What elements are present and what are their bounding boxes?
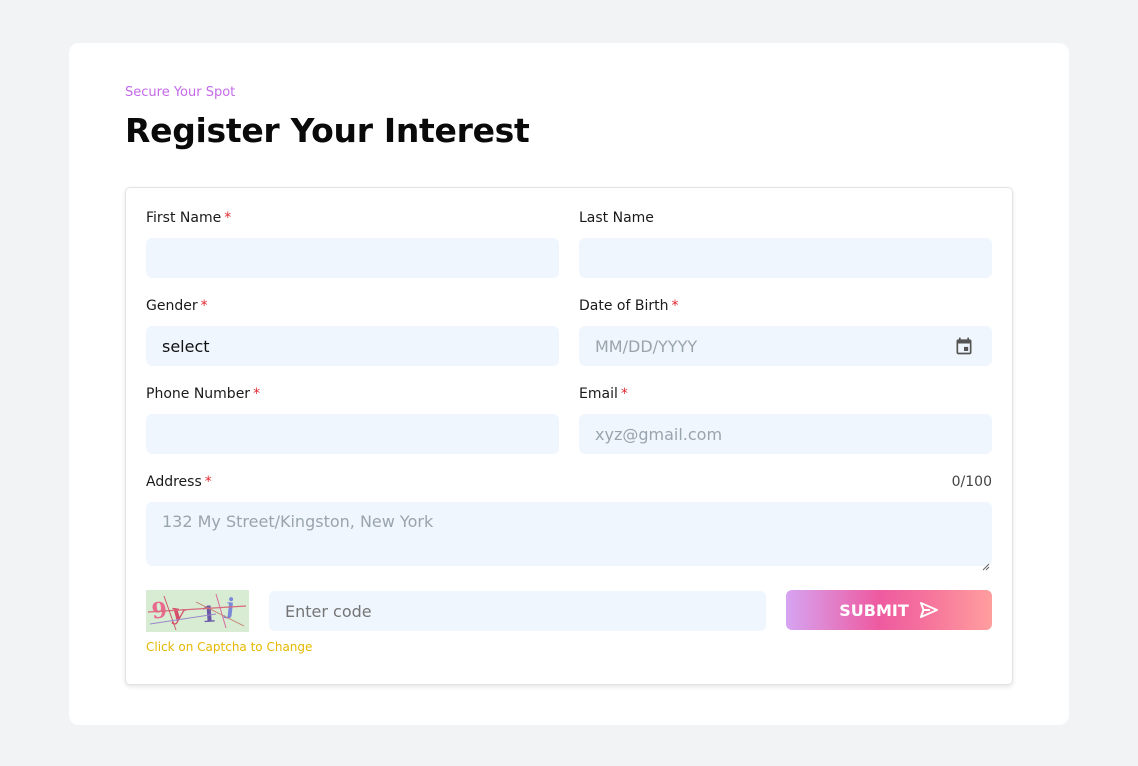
phone-input[interactable] [162,414,543,454]
required-marker: * [620,386,628,402]
gender-label: Gender * [146,298,208,314]
required-marker: * [224,210,232,226]
address-group: Address * 0/100 132 My Street/Kingston, N… [146,472,992,571]
page-title: Register Your Interest [125,111,530,150]
last-name-label: Last Name [579,210,654,226]
first-name-input[interactable] [162,238,543,278]
submit-button[interactable]: SUBMIT [786,590,992,630]
email-label: Email * [579,386,628,402]
first-name-field[interactable] [146,238,559,278]
gender-select[interactable]: select [146,326,559,366]
captcha-hint: Click on Captcha to Change [146,640,313,654]
first-name-label: First Name * [146,210,232,226]
address-char-counter: 0/100 [951,474,992,490]
last-name-field[interactable] [579,238,992,278]
resize-handle-icon[interactable] [982,556,990,571]
required-marker: * [671,298,679,314]
registration-form: First Name * Last Name Gender * select Dat… [125,187,1013,685]
email-input[interactable] [595,414,976,454]
send-icon [919,601,939,619]
phone-group: Phone Number * [146,384,559,454]
address-label: Address * [146,474,212,490]
required-marker: * [204,474,212,490]
last-name-input[interactable] [595,238,976,278]
address-placeholder: 132 My Street/Kingston, New York [162,512,434,531]
first-name-group: First Name * [146,208,559,278]
captcha-code-input[interactable] [285,591,750,631]
submit-label: SUBMIT [839,600,909,620]
dob-input[interactable] [595,326,976,366]
phone-label: Phone Number * [146,386,261,402]
dob-group: Date of Birth * [579,296,992,366]
captcha-image[interactable]: 9 y 1 j [146,590,249,632]
email-field[interactable] [579,414,992,454]
svg-text:y: y [169,599,187,627]
phone-field[interactable] [146,414,559,454]
last-name-group: Last Name [579,208,992,278]
captcha-code-field[interactable] [269,591,766,631]
eyebrow-text: Secure Your Spot [125,85,236,100]
dob-field[interactable] [579,326,992,366]
required-marker: * [200,298,208,314]
email-group: Email * [579,384,992,454]
gender-select-value: select [162,336,210,356]
dob-label: Date of Birth * [579,298,679,314]
gender-group: Gender * select [146,296,559,366]
required-marker: * [253,386,261,402]
address-textarea[interactable]: 132 My Street/Kingston, New York [146,502,992,571]
calendar-icon[interactable] [954,336,974,356]
registration-card: Secure Your Spot Register Your Interest … [69,43,1069,725]
